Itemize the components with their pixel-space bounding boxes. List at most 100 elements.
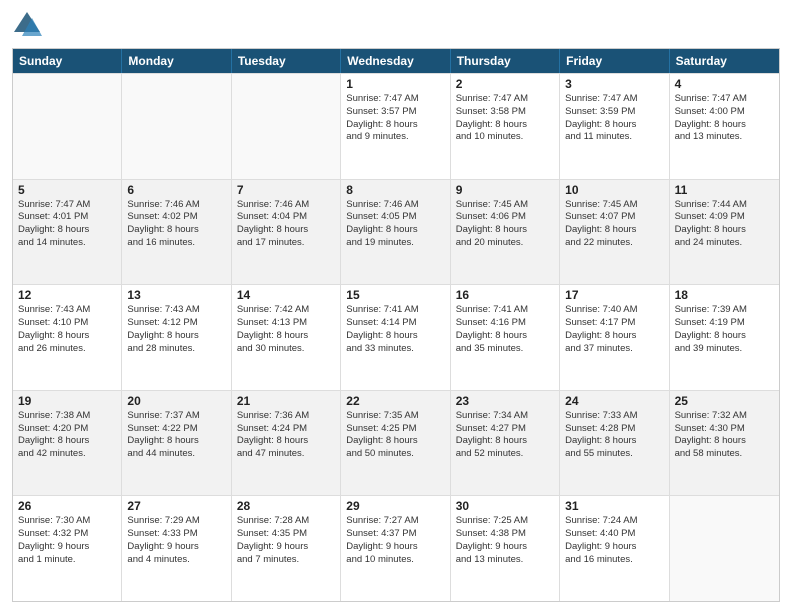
cell-line: Daylight: 8 hours	[127, 435, 225, 448]
day-number: 3	[565, 77, 663, 91]
cell-line: Sunset: 4:04 PM	[237, 211, 335, 224]
day-cell-17: 17Sunrise: 7:40 AMSunset: 4:17 PMDayligh…	[560, 285, 669, 390]
cell-line: Sunrise: 7:42 AM	[237, 304, 335, 317]
cell-line: Daylight: 8 hours	[565, 435, 663, 448]
cell-line: and 11 minutes.	[565, 131, 663, 144]
day-cell-15: 15Sunrise: 7:41 AMSunset: 4:14 PMDayligh…	[341, 285, 450, 390]
cell-line: and 9 minutes.	[346, 131, 444, 144]
day-number: 24	[565, 394, 663, 408]
day-number: 17	[565, 288, 663, 302]
day-number: 30	[456, 499, 554, 513]
day-number: 18	[675, 288, 774, 302]
cell-line: Daylight: 8 hours	[675, 435, 774, 448]
calendar-row-0: 1Sunrise: 7:47 AMSunset: 3:57 PMDaylight…	[13, 73, 779, 179]
cell-line: and 39 minutes.	[675, 343, 774, 356]
day-number: 12	[18, 288, 116, 302]
cell-line: Sunset: 4:00 PM	[675, 106, 774, 119]
cell-line: and 10 minutes.	[346, 554, 444, 567]
cell-line: Sunrise: 7:44 AM	[675, 199, 774, 212]
header-day-friday: Friday	[560, 49, 669, 73]
cell-line: Sunset: 4:12 PM	[127, 317, 225, 330]
cell-line: Sunrise: 7:33 AM	[565, 410, 663, 423]
cell-line: Sunset: 4:30 PM	[675, 423, 774, 436]
cell-line: Daylight: 8 hours	[675, 119, 774, 132]
cell-line: and 19 minutes.	[346, 237, 444, 250]
day-number: 22	[346, 394, 444, 408]
cell-line: Sunset: 4:05 PM	[346, 211, 444, 224]
cell-line: Sunset: 4:25 PM	[346, 423, 444, 436]
cell-line: and 47 minutes.	[237, 448, 335, 461]
cell-line: Sunrise: 7:25 AM	[456, 515, 554, 528]
cell-line: and 13 minutes.	[456, 554, 554, 567]
header-day-tuesday: Tuesday	[232, 49, 341, 73]
day-cell-11: 11Sunrise: 7:44 AMSunset: 4:09 PMDayligh…	[670, 180, 779, 285]
logo-icon	[12, 10, 42, 40]
cell-line: Sunset: 4:17 PM	[565, 317, 663, 330]
day-number: 11	[675, 183, 774, 197]
cell-line: Sunrise: 7:35 AM	[346, 410, 444, 423]
cell-line: Sunset: 4:13 PM	[237, 317, 335, 330]
day-number: 8	[346, 183, 444, 197]
cell-line: Daylight: 8 hours	[18, 435, 116, 448]
calendar-header: SundayMondayTuesdayWednesdayThursdayFrid…	[13, 49, 779, 73]
day-cell-26: 26Sunrise: 7:30 AMSunset: 4:32 PMDayligh…	[13, 496, 122, 601]
cell-line: Sunrise: 7:45 AM	[456, 199, 554, 212]
day-number: 26	[18, 499, 116, 513]
day-cell-9: 9Sunrise: 7:45 AMSunset: 4:06 PMDaylight…	[451, 180, 560, 285]
cell-line: Sunrise: 7:41 AM	[456, 304, 554, 317]
day-cell-12: 12Sunrise: 7:43 AMSunset: 4:10 PMDayligh…	[13, 285, 122, 390]
cell-line: and 13 minutes.	[675, 131, 774, 144]
cell-line: Daylight: 8 hours	[675, 330, 774, 343]
cell-line: Daylight: 8 hours	[237, 224, 335, 237]
cell-line: and 42 minutes.	[18, 448, 116, 461]
cell-line: Daylight: 8 hours	[237, 435, 335, 448]
day-number: 7	[237, 183, 335, 197]
cell-line: Sunrise: 7:47 AM	[565, 93, 663, 106]
cell-line: Sunset: 4:32 PM	[18, 528, 116, 541]
day-number: 5	[18, 183, 116, 197]
day-cell-10: 10Sunrise: 7:45 AMSunset: 4:07 PMDayligh…	[560, 180, 669, 285]
cell-line: and 16 minutes.	[565, 554, 663, 567]
cell-line: Sunrise: 7:47 AM	[675, 93, 774, 106]
calendar-row-1: 5Sunrise: 7:47 AMSunset: 4:01 PMDaylight…	[13, 179, 779, 285]
day-cell-5: 5Sunrise: 7:47 AMSunset: 4:01 PMDaylight…	[13, 180, 122, 285]
day-cell-18: 18Sunrise: 7:39 AMSunset: 4:19 PMDayligh…	[670, 285, 779, 390]
day-number: 10	[565, 183, 663, 197]
cell-line: and 55 minutes.	[565, 448, 663, 461]
day-number: 23	[456, 394, 554, 408]
cell-line: Sunset: 4:06 PM	[456, 211, 554, 224]
cell-line: and 10 minutes.	[456, 131, 554, 144]
cell-line: Sunset: 4:02 PM	[127, 211, 225, 224]
cell-line: Sunset: 4:38 PM	[456, 528, 554, 541]
cell-line: Daylight: 8 hours	[675, 224, 774, 237]
day-cell-3: 3 Sunrise: 7:47 AMSunset: 3:59 PMDaylight…	[560, 74, 669, 179]
day-cell-8: 8Sunrise: 7:46 AMSunset: 4:05 PMDaylight…	[341, 180, 450, 285]
day-number: 6	[127, 183, 225, 197]
cell-line: Sunrise: 7:40 AM	[565, 304, 663, 317]
cell-line: Daylight: 8 hours	[346, 435, 444, 448]
cell-line: and 58 minutes.	[675, 448, 774, 461]
day-cell-13: 13Sunrise: 7:43 AMSunset: 4:12 PMDayligh…	[122, 285, 231, 390]
cell-line: Sunset: 3:59 PM	[565, 106, 663, 119]
cell-line: Daylight: 8 hours	[237, 330, 335, 343]
day-cell-7: 7Sunrise: 7:46 AMSunset: 4:04 PMDaylight…	[232, 180, 341, 285]
cell-line: Daylight: 8 hours	[565, 119, 663, 132]
cell-line: Sunrise: 7:38 AM	[18, 410, 116, 423]
cell-line: Daylight: 8 hours	[565, 224, 663, 237]
cell-line: Sunset: 4:20 PM	[18, 423, 116, 436]
header-day-thursday: Thursday	[451, 49, 560, 73]
cell-line: Sunrise: 7:47 AM	[456, 93, 554, 106]
cell-line: Daylight: 9 hours	[346, 541, 444, 554]
header-day-sunday: Sunday	[13, 49, 122, 73]
day-cell-27: 27Sunrise: 7:29 AMSunset: 4:33 PMDayligh…	[122, 496, 231, 601]
day-cell-22: 22 Sunrise: 7:35 AMSunset: 4:25 PMDayligh…	[341, 391, 450, 496]
day-cell-4: 4Sunrise: 7:47 AMSunset: 4:00 PMDaylight…	[670, 74, 779, 179]
day-cell-20: 20Sunrise: 7:37 AMSunset: 4:22 PMDayligh…	[122, 391, 231, 496]
cell-line: and 4 minutes.	[127, 554, 225, 567]
cell-line: Sunrise: 7:30 AM	[18, 515, 116, 528]
day-cell-14: 14Sunrise: 7:42 AMSunset: 4:13 PMDayligh…	[232, 285, 341, 390]
empty-cell-0-1	[122, 74, 231, 179]
calendar: SundayMondayTuesdayWednesdayThursdayFrid…	[12, 48, 780, 602]
cell-line: Sunrise: 7:36 AM	[237, 410, 335, 423]
empty-cell-4-6	[670, 496, 779, 601]
